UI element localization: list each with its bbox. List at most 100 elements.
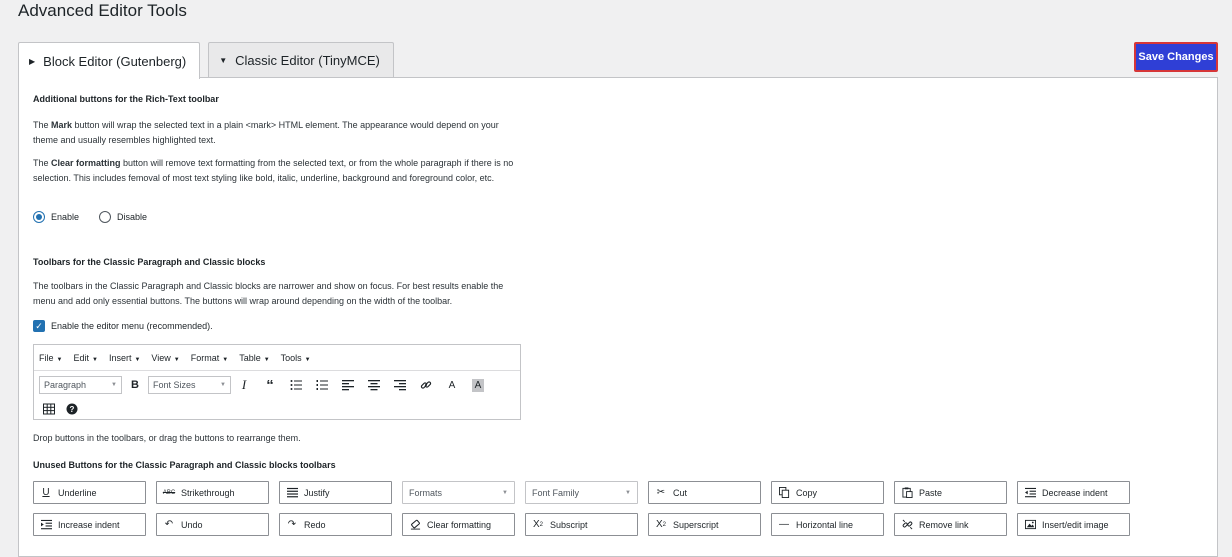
- menu-label: Table: [239, 352, 261, 363]
- menu-format[interactable]: Format ▼: [191, 353, 228, 363]
- save-changes-button[interactable]: Save Changes: [1134, 42, 1218, 72]
- unused-horizontal-line-button[interactable]: — Horizontal line: [771, 513, 884, 536]
- button-label: Strikethrough: [181, 487, 235, 498]
- unused-cut-button[interactable]: ✂ Cut: [648, 481, 761, 504]
- align-right-icon[interactable]: [387, 376, 413, 394]
- button-label: Copy: [796, 487, 818, 498]
- unused-justify-button[interactable]: Justify: [279, 481, 392, 504]
- copy-icon: [778, 487, 790, 498]
- button-label: Paste: [919, 487, 943, 498]
- unused-clear-formatting-button[interactable]: Clear formatting: [402, 513, 515, 536]
- unused-insert-image-button[interactable]: Insert/edit image: [1017, 513, 1130, 536]
- caret-right-icon: ▶: [29, 56, 36, 66]
- caret-down-icon: ▼: [220, 382, 226, 388]
- caret-down-icon: ▼: [173, 356, 180, 363]
- caret-down-icon: ▼: [56, 356, 63, 363]
- table-icon[interactable]: [39, 400, 59, 418]
- unused-increase-indent-button[interactable]: Increase indent: [33, 513, 146, 536]
- drag-hint: Drop buttons in the toolbars, or drag th…: [33, 433, 301, 443]
- unused-paste-button[interactable]: Paste: [894, 481, 1007, 504]
- editor-menu-option: ✓ Enable the editor menu (recommended).: [33, 320, 213, 332]
- settings-panel: Additional buttons for the Rich-Text too…: [18, 77, 1218, 557]
- menu-file[interactable]: File ▼: [39, 353, 62, 363]
- button-label: Remove link: [919, 519, 969, 530]
- tab-block-editor[interactable]: ▶ Block Editor (Gutenberg): [18, 42, 201, 79]
- enable-radio[interactable]: [33, 211, 45, 223]
- menu-edit[interactable]: Edit ▼: [73, 353, 97, 363]
- unused-remove-link-button[interactable]: Remove link: [894, 513, 1007, 536]
- rich-text-heading: Additional buttons for the Rich-Text too…: [33, 94, 219, 104]
- unused-undo-button[interactable]: ↶ Undo: [156, 513, 269, 536]
- align-center-icon[interactable]: [361, 376, 387, 394]
- blockquote-icon[interactable]: “: [257, 376, 283, 394]
- unused-decrease-indent-button[interactable]: Decrease indent: [1017, 481, 1130, 504]
- underline-icon: U: [42, 487, 50, 498]
- button-label: Increase indent: [58, 519, 120, 530]
- button-label: Redo: [304, 519, 326, 530]
- editor-menu-checkbox[interactable]: ✓: [33, 320, 45, 332]
- unused-subscript-button[interactable]: X 2 Subscript: [525, 513, 638, 536]
- menu-view[interactable]: View ▼: [151, 353, 179, 363]
- button-label: Clear formatting: [427, 519, 492, 530]
- unused-strikethrough-button[interactable]: ABC Strikethrough: [156, 481, 269, 504]
- italic-icon[interactable]: I: [231, 376, 257, 394]
- enable-disable-options: Enable Disable: [33, 211, 147, 223]
- unused-font-family-select[interactable]: Font Family ▼: [525, 481, 638, 504]
- eraser-icon: [409, 519, 421, 530]
- editor-toolbar-row-2: ?: [34, 397, 520, 421]
- caret-down-icon: ▼: [134, 356, 141, 363]
- menu-label: Edit: [73, 352, 89, 363]
- paragraph-select[interactable]: Paragraph ▼: [39, 376, 122, 394]
- strikethrough-icon: ABC: [162, 489, 176, 496]
- text: The: [33, 120, 52, 130]
- unused-formats-select[interactable]: Formats ▼: [402, 481, 515, 504]
- page-title: Advanced Editor Tools: [18, 1, 187, 20]
- font-sizes-select[interactable]: Font Sizes ▼: [148, 376, 231, 394]
- text-color-icon[interactable]: A: [439, 376, 465, 394]
- background-color-icon[interactable]: A: [465, 376, 491, 394]
- button-label: Underline: [58, 487, 97, 498]
- tab-classic-editor[interactable]: ▼ Classic Editor (TinyMCE): [208, 42, 394, 78]
- tab-label: Classic Editor (TinyMCE): [235, 53, 380, 68]
- menu-tools[interactable]: Tools ▼: [281, 353, 311, 363]
- select-value: Font Sizes: [153, 380, 196, 390]
- menu-label: View: [151, 352, 171, 363]
- editor-tabs: ▶ Block Editor (Gutenberg) ▼ Classic Edi…: [18, 42, 402, 79]
- disable-radio[interactable]: [99, 211, 112, 223]
- bold-icon[interactable]: B: [122, 376, 148, 394]
- classic-toolbars-heading: Toolbars for the Classic Paragraph and C…: [33, 257, 266, 267]
- select-value: Paragraph: [44, 380, 87, 390]
- unused-copy-button[interactable]: Copy: [771, 481, 884, 504]
- redo-icon: ↷: [287, 519, 297, 530]
- bullet-list-icon[interactable]: [283, 376, 309, 394]
- menu-table[interactable]: Table ▼: [239, 353, 269, 363]
- menu-label: Insert: [108, 352, 132, 363]
- help-icon[interactable]: ?: [59, 400, 85, 418]
- text: button will wrap the selected text in a …: [33, 120, 499, 145]
- clear-formatting-description: The Clear formatting button will remove …: [33, 156, 523, 186]
- numbered-list-icon[interactable]: [309, 376, 335, 394]
- button-label: Undo: [181, 519, 203, 530]
- editor-toolbar-row-1: Paragraph ▼ B Font Sizes ▼ I “ A A: [34, 373, 520, 397]
- link-icon[interactable]: [413, 376, 439, 394]
- menu-insert[interactable]: Insert ▼: [109, 353, 140, 363]
- indent-icon: [40, 519, 52, 530]
- button-label: Formats: [409, 487, 443, 498]
- unused-superscript-button[interactable]: X 2 Superscript: [648, 513, 761, 536]
- subscript-icon: X2: [532, 519, 543, 530]
- unused-redo-button[interactable]: ↷ Redo: [279, 513, 392, 536]
- caret-down-icon: ▼: [91, 356, 98, 363]
- scissors-icon: ✂: [656, 487, 666, 498]
- horizontal-line-icon: —: [779, 519, 789, 530]
- align-left-icon[interactable]: [335, 376, 361, 394]
- caret-down-icon: ▼: [219, 56, 228, 65]
- outdent-icon: [1024, 487, 1036, 498]
- caret-down-icon: ▼: [304, 356, 311, 363]
- editor-menu-label: Enable the editor menu (recommended).: [51, 321, 213, 331]
- mark-description: The Mark button will wrap the selected t…: [33, 118, 523, 148]
- tab-label: Block Editor (Gutenberg): [43, 53, 187, 69]
- caret-down-icon: ▼: [111, 382, 117, 388]
- unused-underline-button[interactable]: U Underline: [33, 481, 146, 504]
- caret-down-icon: ▼: [502, 489, 508, 496]
- classic-toolbars-description: The toolbars in the Classic Paragraph an…: [33, 281, 504, 306]
